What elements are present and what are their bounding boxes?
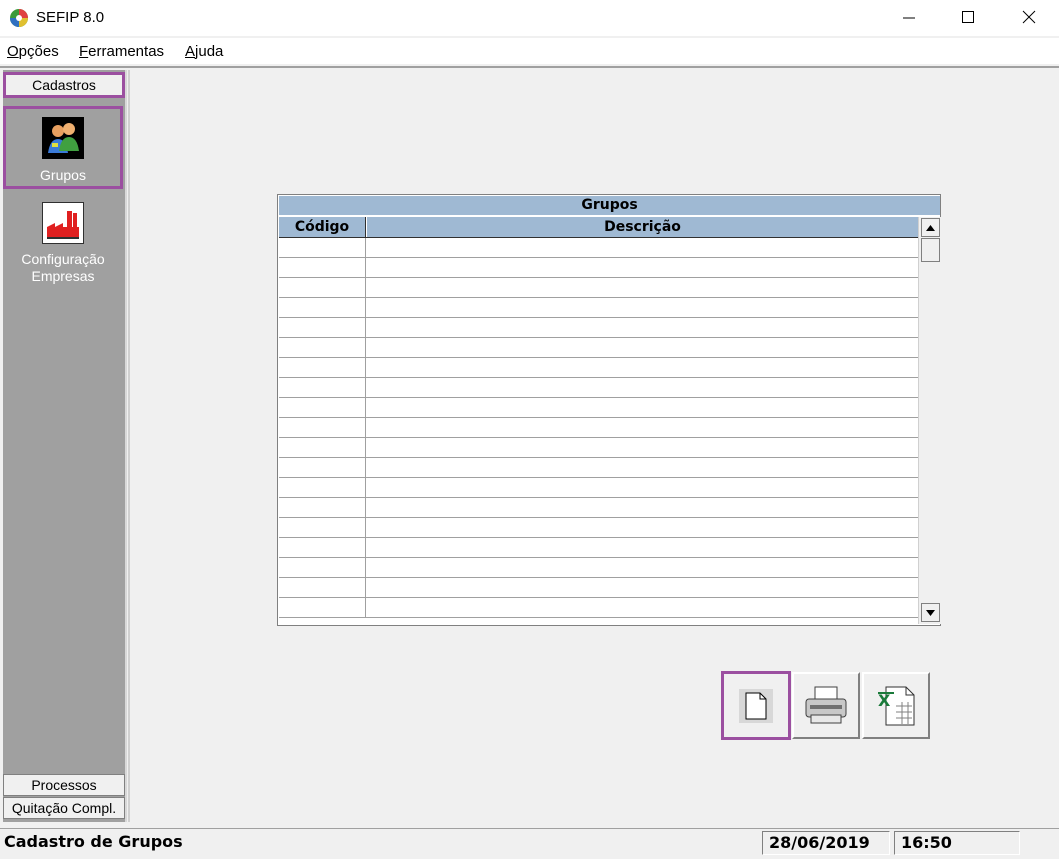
cell-divider (365, 318, 366, 338)
cell-divider (365, 238, 366, 258)
menu-label: pções (18, 43, 59, 60)
tab-label: Cadastros (32, 77, 96, 93)
arrow-up-icon (926, 224, 935, 231)
menu-accel: F (79, 43, 89, 60)
table-row[interactable] (279, 498, 918, 518)
menu-ferramentas[interactable]: Ferramentas (79, 43, 164, 60)
table-row[interactable] (279, 258, 918, 278)
menu-accel: A (185, 43, 196, 60)
status-date: 28/06/2019 (762, 831, 890, 855)
table-row[interactable] (279, 378, 918, 398)
table-row[interactable] (279, 598, 918, 618)
table-row[interactable] (279, 518, 918, 538)
tab-label: Processos (31, 777, 97, 793)
cell-divider (365, 398, 366, 418)
menu-accel: O (7, 43, 19, 60)
sidebar-item-label: Empresas (31, 268, 95, 284)
close-icon (1022, 10, 1036, 24)
menu-opcoes[interactable]: Opções (7, 43, 59, 60)
tab-quitacao-compl[interactable]: Quitação Compl. (3, 797, 125, 819)
divider (0, 66, 1059, 68)
cell-divider (365, 498, 366, 518)
scroll-down-button[interactable] (921, 603, 940, 622)
sidebar: Cadastros Grupos Configuração Empresas P… (3, 70, 127, 822)
table-row[interactable] (279, 358, 918, 378)
table-row[interactable] (279, 278, 918, 298)
tab-processos[interactable]: Processos (3, 774, 125, 796)
cell-divider (365, 278, 366, 298)
tab-label: Quitação Compl. (11, 800, 117, 816)
app-globe-icon (9, 8, 29, 28)
sidebar-item-grupos[interactable]: Grupos (3, 106, 123, 189)
groups-icon (42, 117, 84, 159)
menu-label: erramentas (88, 43, 165, 60)
cell-divider (365, 358, 366, 378)
scroll-up-button[interactable] (921, 218, 940, 237)
grid-rows (279, 238, 918, 624)
maximize-icon (962, 11, 974, 23)
cell-divider (365, 598, 366, 618)
printer-icon (805, 686, 847, 723)
excel-icon: X (878, 686, 915, 725)
table-row[interactable] (279, 398, 918, 418)
cell-divider (365, 338, 366, 358)
menu-ajuda[interactable]: Ajuda (185, 43, 223, 60)
print-button[interactable] (792, 672, 860, 739)
cell-divider (365, 378, 366, 398)
table-row[interactable] (279, 318, 918, 338)
cell-divider (365, 458, 366, 478)
cell-divider (365, 578, 366, 598)
new-record-button[interactable] (721, 671, 791, 740)
status-time: 16:50 (894, 831, 1020, 855)
close-button[interactable] (1006, 0, 1052, 34)
cell-divider (365, 418, 366, 438)
table-row[interactable] (279, 338, 918, 358)
cell-divider (365, 538, 366, 558)
tab-cadastros[interactable]: Cadastros (3, 72, 125, 98)
blank-page-icon (739, 688, 773, 723)
minimize-icon (903, 17, 915, 19)
sidebar-item-label: Configuração (21, 251, 105, 267)
minimize-button[interactable] (886, 0, 932, 34)
table-row[interactable] (279, 578, 918, 598)
sidebar-item-label: Grupos (40, 167, 86, 183)
cell-divider (365, 478, 366, 498)
cell-divider (365, 438, 366, 458)
scroll-thumb[interactable] (921, 238, 940, 262)
factory-icon (42, 202, 84, 244)
table-row[interactable] (279, 458, 918, 478)
cell-divider (365, 518, 366, 538)
table-row[interactable] (279, 558, 918, 578)
menu-label: juda (195, 43, 224, 60)
splitter[interactable] (128, 70, 130, 822)
table-row[interactable] (279, 418, 918, 438)
column-header-codigo[interactable]: Código (279, 217, 365, 237)
column-divider (365, 217, 366, 237)
status-text: Cadastro de Grupos (4, 832, 183, 851)
table-row[interactable] (279, 298, 918, 318)
sidebar-item-configuracao-empresas[interactable]: Configuração Empresas (3, 200, 123, 290)
cell-divider (365, 258, 366, 278)
cell-divider (365, 558, 366, 578)
table-row[interactable] (279, 238, 918, 258)
table-row[interactable] (279, 438, 918, 458)
export-excel-button[interactable]: X (862, 672, 930, 739)
table-row[interactable] (279, 538, 918, 558)
cell-divider (365, 298, 366, 318)
vertical-scrollbar[interactable] (918, 217, 941, 624)
arrow-down-icon (926, 609, 935, 616)
window-title: SEFIP 8.0 (36, 9, 105, 26)
maximize-button[interactable] (945, 0, 991, 34)
grid-title: Grupos (279, 196, 940, 216)
column-header-descricao[interactable]: Descrição (367, 217, 918, 237)
table-row[interactable] (279, 478, 918, 498)
